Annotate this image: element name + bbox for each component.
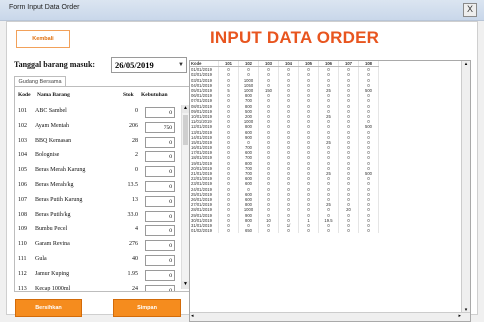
sheet-cell[interactable]: 0 xyxy=(358,228,379,234)
item-stok: 13.5 xyxy=(127,182,139,188)
sheet-horizontal-scrollbar[interactable]: ◂ ▸ xyxy=(190,312,470,321)
kebutuhan-input[interactable]: 0 xyxy=(145,151,175,163)
item-stok: 206 xyxy=(129,122,138,129)
sheet-table: Kode 101 102 103 104 105 106 107 108 01/01/2019 0 0… xyxy=(190,61,379,234)
item-nama: Jamur Kuping xyxy=(35,270,70,277)
item-kode: 109 xyxy=(18,226,27,233)
item-nama: Beras Merah/kg xyxy=(35,182,74,188)
item-nama: Gula xyxy=(35,256,47,262)
item-stok: 33.0 xyxy=(127,211,139,218)
item-stok: 0 xyxy=(135,108,138,114)
date-picker[interactable]: 26/05/2019 ▼ xyxy=(111,57,187,73)
sheet-cell[interactable]: 0 xyxy=(258,228,279,234)
kembali-button[interactable]: Kembali xyxy=(16,30,70,48)
sheet-cell[interactable]: 0 xyxy=(278,228,299,234)
item-stok: 0 xyxy=(135,167,138,174)
kebutuhan-input[interactable]: 0 xyxy=(145,166,175,178)
item-nama: Ayam Mentah xyxy=(35,122,69,129)
kebutuhan-input[interactable]: 0 xyxy=(145,269,175,281)
sheet-cell[interactable]: 650 xyxy=(238,228,259,234)
item-kode: 108 xyxy=(18,211,27,218)
item-stok: 1.95 xyxy=(127,270,139,277)
item-nama: Beras Merah Karung xyxy=(35,167,86,174)
item-kode: 112 xyxy=(18,270,27,277)
kebutuhan-input[interactable]: 0 xyxy=(145,255,175,266)
kebutuhan-input[interactable]: 0 xyxy=(145,284,175,291)
item-kode: 105 xyxy=(18,167,27,174)
item-nama: Bumbu Pecel xyxy=(35,226,68,233)
col-header-stok: Stok xyxy=(123,92,134,98)
item-stok: 28 xyxy=(132,137,138,144)
item-kode: 101 xyxy=(18,108,27,114)
col-header-kode: Kode xyxy=(18,92,31,98)
item-kode: 111 xyxy=(18,256,27,262)
sheet-vertical-scrollbar[interactable]: ▴ ▾ xyxy=(461,61,470,313)
sheet-cell[interactable]: 0 xyxy=(298,228,319,234)
scroll-thumb[interactable] xyxy=(183,115,188,145)
kebutuhan-input[interactable]: 0 xyxy=(145,210,175,222)
order-sheet[interactable]: Kode 101 102 103 104 105 106 107 108 01/01/2019 0 0… xyxy=(189,60,471,322)
kebutuhan-input[interactable]: 0 xyxy=(145,136,175,148)
item-stok: 276 xyxy=(129,241,138,248)
kebutuhan-input[interactable]: 0 xyxy=(145,195,175,207)
sheet-scroll-left-icon[interactable]: ◂ xyxy=(191,313,194,321)
window-title: Form Input Data Order xyxy=(9,4,80,11)
date-value: 26/05/2019 xyxy=(115,60,154,70)
item-kode: 107 xyxy=(18,196,27,203)
item-nama: Beras Putih/kg xyxy=(35,211,71,218)
item-nama: BBQ Kemasan xyxy=(35,137,72,144)
title-bar: Form Input Data Order X xyxy=(0,0,484,21)
sheet-scroll-up-icon[interactable]: ▴ xyxy=(462,61,470,67)
item-stok: 40 xyxy=(132,256,138,262)
close-icon[interactable]: X xyxy=(463,3,477,17)
col-header-kebutuhan: Kebutuhan xyxy=(141,92,168,98)
date-label: Tanggal barang masuk: xyxy=(14,60,96,69)
item-kode: 110 xyxy=(18,241,27,248)
table-row: 01/02/2019 0 650 0 0 0 0 0 0 xyxy=(190,228,379,234)
item-stok: 13 xyxy=(132,196,138,203)
scroll-up-icon[interactable]: ▲ xyxy=(182,105,189,113)
item-stok: 24 xyxy=(132,285,138,292)
items-panel: Kode Nama Barang Stok Kebutuhan 101 ABC S… xyxy=(14,86,191,292)
kebutuhan-input[interactable]: 0 xyxy=(145,107,175,118)
kebutuhan-input[interactable]: 0 xyxy=(145,181,175,192)
kebutuhan-input[interactable]: 0 xyxy=(145,225,175,237)
sheet-cell[interactable]: 0 xyxy=(318,228,339,234)
item-kode: 106 xyxy=(18,182,27,188)
chevron-down-icon[interactable]: ▼ xyxy=(176,58,186,72)
sheet-cell[interactable]: 0 xyxy=(218,228,239,234)
col-header-nama: Nama Barang xyxy=(37,92,70,98)
sheet-cell[interactable]: 0 xyxy=(338,228,359,234)
item-kode: 103 xyxy=(18,137,27,144)
form-body: Kembali INPUT DATA ORDER Tanggal barang … xyxy=(6,21,478,322)
item-nama: Beras Putih Karung xyxy=(35,196,83,203)
scroll-down-icon[interactable]: ▼ xyxy=(182,281,189,289)
sheet-scroll-right-icon[interactable]: ▸ xyxy=(458,313,461,321)
item-kode: 113 xyxy=(18,285,27,292)
item-kode: 104 xyxy=(18,152,27,159)
item-nama: Bolognise xyxy=(35,152,60,159)
list-item: 113 Kecap 1000ml 24 0 xyxy=(15,283,181,292)
item-stok: 4 xyxy=(135,226,138,233)
simpan-button[interactable]: Simpan xyxy=(113,299,181,317)
item-nama: ABC Sambel xyxy=(35,108,67,114)
items-scrollbar[interactable]: ▲ ▼ xyxy=(181,105,189,289)
sheet-cell[interactable]: 01/02/2019 xyxy=(190,228,219,234)
item-nama: Kecap 1000ml xyxy=(35,285,71,292)
page-title: INPUT DATA ORDER xyxy=(210,28,380,47)
item-stok: 2 xyxy=(135,152,138,159)
item-nama: Garam Revina xyxy=(35,241,70,248)
kebutuhan-input[interactable]: 0 xyxy=(145,240,175,252)
bersihkan-button[interactable]: Bersihkan xyxy=(15,299,82,317)
kebutuhan-input[interactable]: 750 xyxy=(145,121,175,133)
item-kode: 102 xyxy=(18,122,27,129)
